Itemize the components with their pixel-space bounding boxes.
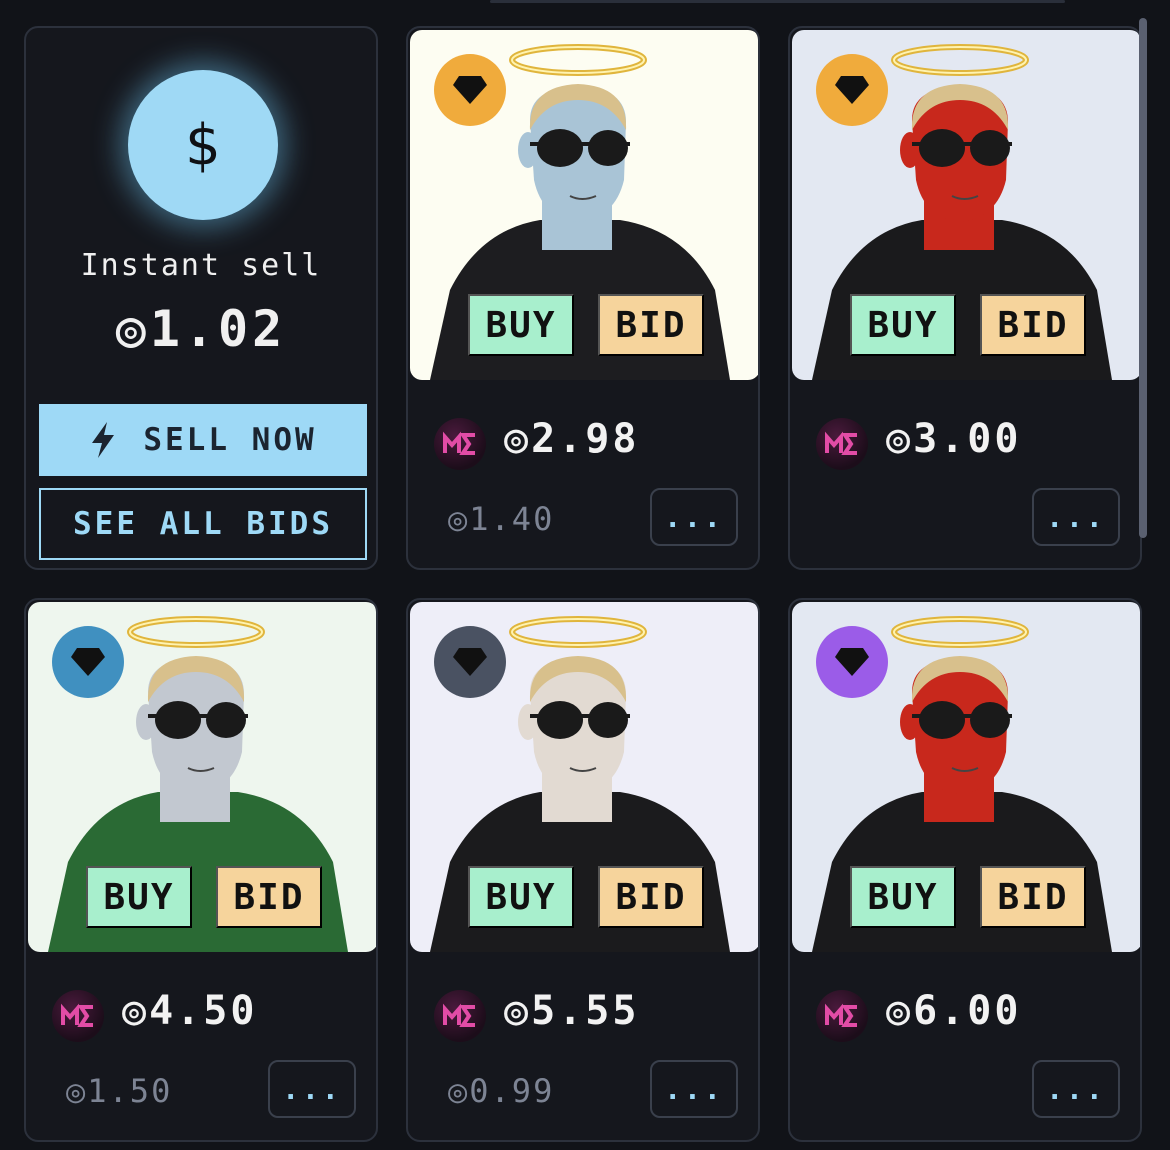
listing-card[interactable]: BUY BID ◎5.55 ◎0.99 ...: [406, 598, 760, 1142]
nft-artwork[interactable]: BUY BID: [792, 30, 1140, 380]
listing-price: ◎3.00: [886, 416, 1022, 462]
diamond-icon: [453, 76, 487, 104]
listing-price: ◎2.98: [504, 416, 640, 462]
see-all-bids-button[interactable]: SEE ALL BIDS: [39, 488, 367, 560]
bid-button[interactable]: BID: [598, 294, 704, 356]
sell-now-label: SELL NOW: [143, 422, 317, 458]
magic-eden-logo-icon: [816, 418, 868, 470]
more-options-button[interactable]: ...: [1032, 488, 1120, 546]
last-bid-price: ◎1.50: [66, 1072, 173, 1110]
listing-price: ◎5.55: [504, 988, 640, 1034]
more-options-button[interactable]: ...: [650, 488, 738, 546]
last-bid-price: ◎0.99: [448, 1072, 555, 1110]
sell-now-button[interactable]: SELL NOW: [39, 404, 367, 476]
nft-artwork[interactable]: BUY BID: [410, 602, 758, 952]
diamond-icon: [835, 648, 869, 676]
listing-price: ◎4.50: [122, 988, 258, 1034]
listing-card[interactable]: BUY BID ◎2.98 ◎1.40 ...: [406, 26, 760, 570]
bid-button[interactable]: BID: [980, 866, 1086, 928]
more-options-button[interactable]: ...: [1032, 1060, 1120, 1118]
listing-card[interactable]: BUY BID ◎4.50 ◎1.50 ...: [24, 598, 378, 1142]
top-divider: [490, 0, 1065, 3]
buy-button[interactable]: BUY: [850, 866, 956, 928]
bid-button[interactable]: BID: [980, 294, 1086, 356]
buy-button[interactable]: BUY: [850, 294, 956, 356]
tier-badge: [434, 626, 506, 698]
instant-sell-label: Instant sell: [80, 248, 322, 283]
nft-artwork[interactable]: BUY BID: [792, 602, 1140, 952]
magic-eden-logo-icon: [434, 418, 486, 470]
diamond-icon: [71, 648, 105, 676]
listing-price: ◎6.00: [886, 988, 1022, 1034]
dollar-coin-icon: $: [128, 70, 278, 220]
magic-eden-logo-icon: [816, 990, 868, 1042]
more-options-button[interactable]: ...: [268, 1060, 356, 1118]
last-bid-price: ◎1.40: [448, 500, 555, 538]
listing-card[interactable]: BUY BID ◎3.00 ...: [788, 26, 1142, 570]
nft-artwork[interactable]: BUY BID: [28, 602, 376, 952]
magic-eden-logo-icon: [52, 990, 104, 1042]
bid-button[interactable]: BID: [216, 866, 322, 928]
tier-badge: [816, 626, 888, 698]
bid-button[interactable]: BID: [598, 866, 704, 928]
instant-sell-price: ◎1.02: [115, 300, 287, 358]
instant-sell-card: $ Instant sell ◎1.02 SELL NOW SEE ALL BI…: [24, 26, 378, 570]
tier-badge: [434, 54, 506, 126]
buy-button[interactable]: BUY: [468, 294, 574, 356]
buy-button[interactable]: BUY: [468, 866, 574, 928]
scrollbar[interactable]: [1139, 18, 1147, 538]
tier-badge: [816, 54, 888, 126]
diamond-icon: [835, 76, 869, 104]
nft-artwork[interactable]: BUY BID: [410, 30, 758, 380]
tier-badge: [52, 626, 124, 698]
diamond-icon: [453, 648, 487, 676]
lightning-icon: [92, 422, 115, 458]
more-options-button[interactable]: ...: [650, 1060, 738, 1118]
listing-card[interactable]: BUY BID ◎6.00 ...: [788, 598, 1142, 1142]
buy-button[interactable]: BUY: [86, 866, 192, 928]
magic-eden-logo-icon: [434, 990, 486, 1042]
